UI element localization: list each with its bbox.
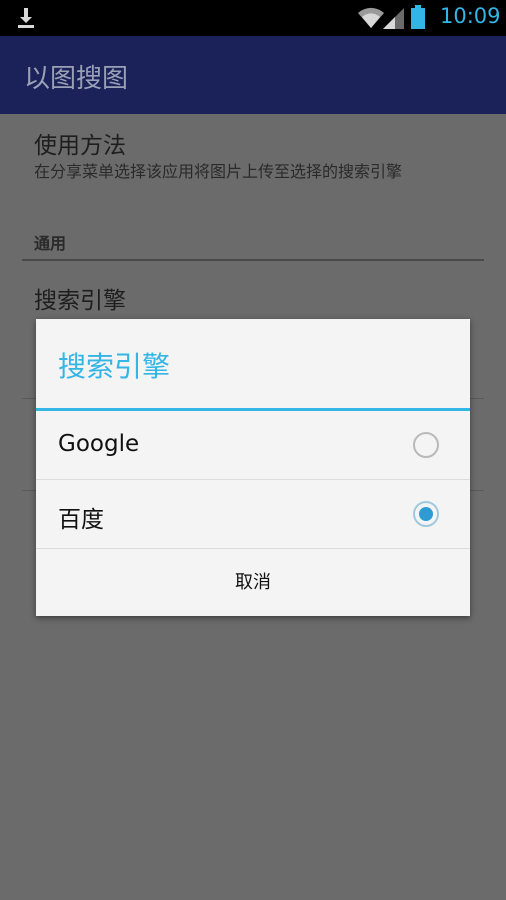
action-bar: 以图搜图 (0, 36, 506, 114)
category-general: 通用 (34, 234, 67, 253)
dialog-title: 搜索引擎 (58, 350, 171, 383)
app-title: 以图搜图 (24, 64, 129, 94)
signal-icon (383, 8, 404, 29)
status-bar: 10:09 (0, 0, 506, 36)
radio-unchecked-icon[interactable] (413, 432, 439, 458)
search-engine-dialog: 搜索引擎 Google 百度 取消 (36, 319, 470, 616)
option-baidu[interactable]: 百度 (36, 480, 470, 548)
pref-usage-summary: 在分享菜单选择该应用将图片上传至选择的搜索引擎 (34, 162, 403, 181)
radio-checked-icon[interactable] (413, 501, 439, 527)
radio-dot (419, 507, 433, 521)
battery-icon (411, 5, 425, 29)
pref-usage-title: 使用方法 (34, 133, 126, 159)
status-time: 10:09 (440, 4, 501, 28)
wifi-icon (358, 7, 384, 28)
option-google-label: Google (58, 431, 140, 457)
option-baidu-label: 百度 (58, 507, 104, 533)
cancel-button[interactable]: 取消 (36, 549, 470, 616)
pref-search-engine-title: 搜索引擎 (34, 288, 126, 314)
category-divider (22, 259, 484, 261)
option-google[interactable]: Google (36, 411, 470, 479)
download-icon (18, 8, 34, 28)
